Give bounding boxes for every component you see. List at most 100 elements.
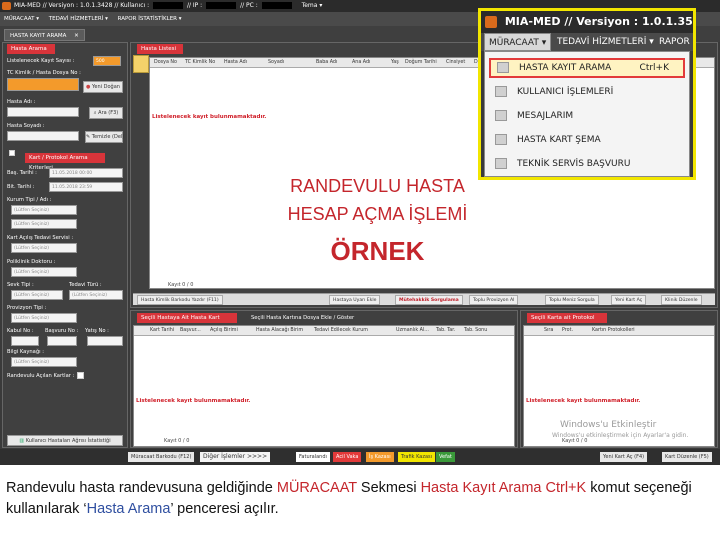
redacted-pc: [261, 2, 292, 9]
watermark-line-2: Windows'u etkinleştirmek için Ayarlar'a …: [552, 432, 689, 439]
col-baba-adi[interactable]: Baba Adı: [316, 58, 337, 68]
hasta-kart-grid[interactable]: Kart Tarihi Başvur... Açılış Birimi Hast…: [133, 325, 515, 447]
folder-icon: [133, 55, 149, 73]
kullanici-istatistik-label: Kullanıcı Hastaları Ağrısı İstatistiği: [25, 438, 111, 444]
kurum-tipi-select[interactable]: (Lütfen Seçiniz): [11, 205, 77, 215]
menu-tedavi-hizmetleri[interactable]: TEDAVİ HİZMETLERİ ▾: [49, 16, 108, 22]
hasta-soyadi-input[interactable]: [7, 131, 79, 141]
basvuru-no-label: Başvuru No :: [45, 328, 79, 334]
col-sira[interactable]: Sıra: [544, 326, 553, 336]
menu-item-hasta-kayit-arama[interactable]: HASTA KAYIT ARAMA Ctrl+K: [489, 58, 685, 78]
yatis-no-input[interactable]: [87, 336, 123, 346]
col-hasta-adi[interactable]: Hasta Adı: [224, 58, 247, 68]
menu-item-label: HASTA KART ŞEMA: [517, 135, 601, 145]
col-kart-protokolleri[interactable]: Kartın Protokolleri: [592, 326, 635, 336]
menu-item-mesajlarim[interactable]: MESAJLARIM: [489, 106, 685, 126]
toplu-provizyon-button[interactable]: Toplu Provizyon Al: [469, 295, 519, 305]
overlay-line-3: ÖRNEK: [330, 236, 425, 266]
hasta-adi-input[interactable]: [7, 107, 79, 117]
status-kart-duzenle-button[interactable]: Kart Düzenle (F5): [662, 452, 712, 462]
menu-item-label: KULLANICI İŞLEMLERİ: [517, 87, 614, 97]
yeni-kart-ac-button[interactable]: Yeni Kart Aç: [611, 295, 647, 305]
col-kart-tarihi[interactable]: Kart Tarihi: [150, 326, 174, 336]
muracaat-barkodu-button[interactable]: Müracaat Barkodu (F12): [128, 452, 195, 462]
title-part-2: // IP :: [186, 2, 203, 9]
poliklinik-doktoru-select[interactable]: (Lütfen Seçiniz): [11, 267, 77, 277]
tab-protokol-bilgileri[interactable]: Seçili Karta ait Protokol Bilgileri: [527, 313, 607, 331]
status-yeni-kart-ac-button[interactable]: Yeni Kart Aç (F4): [600, 452, 648, 462]
sevk-tipi-select[interactable]: (Lütfen Seçiniz): [11, 290, 63, 300]
zoom-menu-tedavi[interactable]: TEDAVİ HİZMETLERİ ▾: [553, 33, 658, 51]
col-basvuru[interactable]: Başvur...: [180, 326, 201, 336]
legend-acil-vaka: Acil Vaka: [333, 452, 362, 462]
col-ana-adi[interactable]: Ana Adı: [352, 58, 370, 68]
close-icon[interactable]: ✕: [74, 33, 79, 39]
search-icon: ⌕: [93, 110, 97, 116]
menu-item-label: MESAJLARIM: [517, 111, 574, 121]
provizyon-tipi-select[interactable]: (Lütfen Seçiniz): [11, 313, 77, 323]
watermark-line-1: Windows'u Etkinleştir: [560, 420, 657, 430]
left-search-panel: Hasta Arama Listelenecek Kayıt Sayısı : …: [2, 42, 128, 448]
zoom-menu-muracaat[interactable]: MÜRACAAT ▾: [484, 33, 552, 51]
col-yas[interactable]: Yaş: [391, 58, 399, 68]
ara-button[interactable]: ⌕ Ara (F3): [89, 107, 123, 119]
menu-rapor[interactable]: RAPOR İSTATİSTİKLER ▾: [118, 16, 182, 22]
basvuru-no-input[interactable]: [47, 336, 77, 346]
kabul-no-input[interactable]: [11, 336, 39, 346]
mutehakkik-sorgulama-button[interactable]: Mütehakkik Sorgulama: [395, 295, 463, 305]
kayit-sayisi-input[interactable]: 500: [93, 56, 121, 66]
col-tedavi-kurum[interactable]: Tedavi Edilecek Kurum: [314, 326, 368, 336]
menu-item-teknik-servis[interactable]: TEKNİK SERVİS BAŞVURU: [489, 154, 685, 174]
col-dosya-no[interactable]: Dosya No: [154, 58, 177, 68]
clear-icon: ✎: [86, 134, 91, 140]
col-tab-sonu[interactable]: Tab. Sonu: [464, 326, 487, 336]
bilgi-kaynagi-label: Bilgi Kaynağı :: [7, 349, 44, 355]
bitis-tarihi-input[interactable]: 11.05.2018 23:59: [49, 182, 123, 192]
col-dogum-tarihi[interactable]: Doğum Tarihi: [405, 58, 437, 68]
yeni-dogan-button[interactable]: ● Yeni Doğan: [83, 81, 123, 93]
caption-highlight-kayit-arama: Hasta Kayıt Arama Ctrl+K: [420, 480, 587, 496]
tedavi-turu-label: Tedavi Türü :: [69, 282, 102, 288]
provizyon-tipi-label: Provizyon Tipi :: [7, 305, 47, 311]
col-hasta-alacagi-birim[interactable]: Hasta Alacağı Birim: [256, 326, 303, 336]
legend-trafik-kazasi: Trafik Kazası: [398, 452, 436, 462]
criteria-checkbox[interactable]: [9, 150, 15, 156]
menu-item-kullanici-islemleri[interactable]: KULLANICI İŞLEMLERİ: [489, 82, 685, 102]
randevulu-kartlar-label: Randevulu Açılan Kartlar :: [7, 373, 75, 379]
theme-menu[interactable]: Tema ▾: [302, 2, 323, 9]
tab-hasta-kayit-arama[interactable]: HASTA KAYIT ARAMA ✕: [4, 29, 85, 41]
tab-dosya-ekle[interactable]: Seçili Hasta Kartına Dosya Ekle / Göster: [251, 315, 354, 321]
tc-kimlik-input[interactable]: [7, 78, 79, 91]
kurum-adi-select[interactable]: (Lütfen Seçiniz): [11, 219, 77, 229]
baby-icon: ●: [86, 84, 91, 90]
toplu-meniz-sorgula-button[interactable]: Toplu Meniz Sorgula: [545, 295, 599, 305]
menu-muracaat[interactable]: MÜRACAAT ▾: [4, 16, 39, 22]
col-uzmanlik[interactable]: Uzmanlık Al...: [396, 326, 429, 336]
baslangic-tarihi-input[interactable]: 11.05.2018 00:00: [49, 168, 123, 178]
tedavi-servisi-select[interactable]: (Lütfen Seçiniz): [11, 243, 77, 253]
col-cinsiyet[interactable]: Cinsiyet: [446, 58, 465, 68]
zoom-menu-rapor[interactable]: RAPOR: [655, 33, 693, 51]
caption-part-4: ’ penceresi açılır.: [170, 501, 279, 517]
tab-hasta-kart-bilgileri[interactable]: Seçili Hastaya Ait Hasta Kart Bilgileri: [137, 313, 237, 331]
barkod-yazdir-button[interactable]: Hasta Kimlik Barkodu Yazdır (F11): [137, 295, 223, 305]
col-prot[interactable]: Prot.: [562, 326, 573, 336]
bilgi-kaynagi-select[interactable]: (Lütfen Seçiniz): [11, 357, 77, 367]
randevulu-kartlar-checkbox[interactable]: [77, 372, 84, 379]
tedavi-turu-select[interactable]: (Lütfen Seçiniz): [69, 290, 123, 300]
kullanici-istatistik-button[interactable]: ▥ Kullanıcı Hastaları Ağrısı İstatistiği: [7, 435, 123, 446]
hasta-listesi-toolbar: Hasta Kimlik Barkodu Yazdır (F11) Hastay…: [133, 293, 715, 305]
menu-item-hasta-kart-sema[interactable]: HASTA KART ŞEMA: [489, 130, 685, 150]
uyari-ekle-button[interactable]: Hastaya Uyarı Ekle: [329, 295, 381, 305]
grid-pager: Kayıt 0 / 0: [168, 282, 194, 288]
col-acilis-birimi[interactable]: Açılış Birimi: [210, 326, 238, 336]
col-tab-tar[interactable]: Tab. Tar.: [436, 326, 455, 336]
temizle-button[interactable]: ✎ Temizle (Del): [85, 131, 124, 143]
diger-islemler-button[interactable]: Diğer İşlemler >>>>: [200, 452, 271, 462]
klinik-duzenle-button[interactable]: Klinik Düzenle: [661, 295, 702, 305]
overlay-line-1: RANDEVULU HASTA: [290, 176, 465, 196]
col-tc-kimlik[interactable]: TC Kimlik No: [185, 58, 215, 68]
col-soyadi[interactable]: Soyadı: [268, 58, 284, 68]
caption-highlight-hasta-arama: Hasta Arama: [86, 501, 171, 517]
bitis-tarihi-label: Bit. Tarihi :: [7, 184, 35, 190]
